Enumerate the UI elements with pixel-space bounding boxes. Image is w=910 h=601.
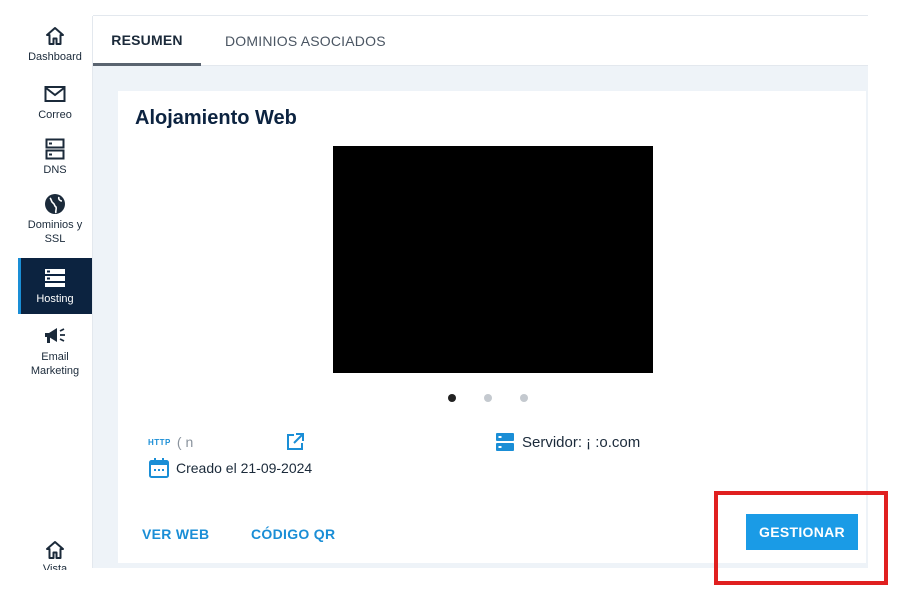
sidebar-item-correo[interactable]: Correo xyxy=(18,82,92,132)
sidebar-item-dominios-ssl[interactable]: Dominios y SSL xyxy=(18,192,92,254)
external-link-icon[interactable] xyxy=(285,432,305,452)
sidebar-item-label: Dominios y SSL xyxy=(27,219,83,245)
dns-icon xyxy=(43,137,67,161)
globe-icon xyxy=(43,192,67,216)
http-badge: HTTP xyxy=(148,437,171,447)
sidebar: Dashboard Correo DNS Dominios y SSL Host… xyxy=(18,16,93,570)
tab-bar: RESUMEN DOMINIOS ASOCIADOS xyxy=(93,16,868,66)
sidebar-item-label: Email Marketing xyxy=(30,351,80,377)
sidebar-item-label: Dashboard xyxy=(28,51,82,63)
server-info: Servidor: ¡ :o.com xyxy=(495,431,640,453)
ver-web-button[interactable]: VER WEB xyxy=(142,526,209,542)
sidebar-item-dashboard[interactable]: Dashboard xyxy=(18,24,92,74)
gestionar-button[interactable]: GESTIONAR xyxy=(746,514,858,550)
sidebar-item-dns[interactable]: DNS xyxy=(18,137,92,187)
site-info: HTTP ( n Creado el 21-09-2024 xyxy=(148,431,312,479)
site-preview-image xyxy=(333,146,653,373)
created-row: Creado el 21-09-2024 xyxy=(148,457,312,479)
tab-resumen[interactable]: RESUMEN xyxy=(93,16,201,66)
server-icon xyxy=(495,432,515,452)
sidebar-item-hosting[interactable]: Hosting xyxy=(18,258,92,314)
sidebar-item-email-marketing[interactable]: Email Marketing xyxy=(18,324,92,386)
url-row: HTTP ( n xyxy=(148,431,312,453)
created-date: Creado el 21-09-2024 xyxy=(176,460,313,476)
card-title: Alojamiento Web xyxy=(135,107,297,129)
sidebar-item-label: Vista xyxy=(42,563,68,570)
hosting-card: Alojamiento Web HTTP ( n Creado el 21-09… xyxy=(118,91,866,563)
calendar-icon xyxy=(148,457,170,479)
home-icon xyxy=(43,540,67,560)
sidebar-item-label: Hosting xyxy=(36,293,74,305)
hosting-icon xyxy=(43,266,67,290)
server-value: ¡ :o.com xyxy=(586,433,641,451)
site-url[interactable]: ( n xyxy=(177,434,281,450)
carousel-dot[interactable] xyxy=(520,394,528,402)
sidebar-item-vista[interactable]: Vista xyxy=(18,540,92,570)
carousel-dots xyxy=(448,394,528,402)
megaphone-icon xyxy=(43,324,67,348)
server-label: Servidor: xyxy=(522,433,583,451)
home-icon xyxy=(43,24,67,48)
carousel-dot[interactable] xyxy=(448,394,456,402)
codigo-qr-button[interactable]: CÓDIGO QR xyxy=(251,526,335,542)
mail-icon xyxy=(43,82,67,106)
sidebar-item-label: DNS xyxy=(43,164,67,176)
tab-dominios-asociados[interactable]: DOMINIOS ASOCIADOS xyxy=(225,16,386,66)
carousel-dot[interactable] xyxy=(484,394,492,402)
sidebar-item-label: Correo xyxy=(38,109,72,121)
